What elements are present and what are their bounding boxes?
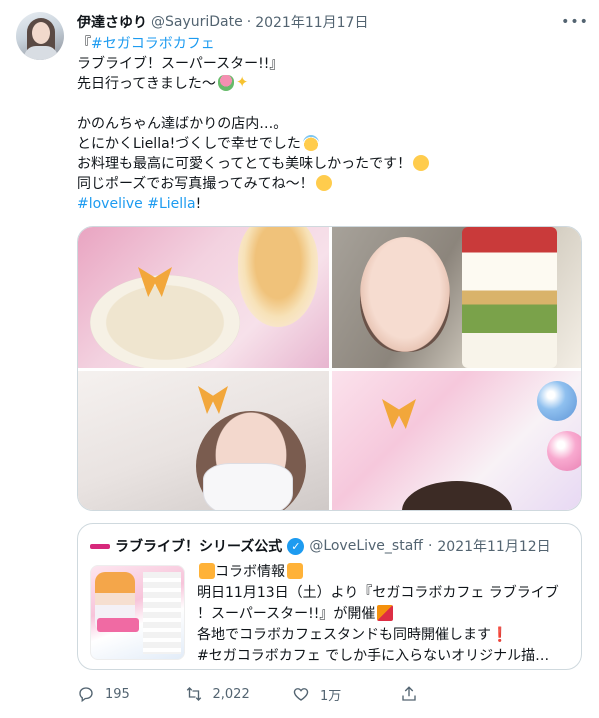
face-mask	[203, 463, 293, 510]
orange-ribbon	[382, 399, 416, 429]
verified-badge-icon: ✓	[287, 537, 305, 555]
quoted-line-3-text: ！スーパースター!!』が開催	[197, 606, 376, 622]
dizzy-star-icon	[199, 563, 215, 579]
tweet-date[interactable]: 2021年11月17日	[255, 12, 368, 32]
tweet-actions: 195 2,022 1万	[77, 683, 507, 705]
tweet-line-5: かのんちゃん達ばかりの店内…。	[77, 116, 288, 132]
mural-pose-photo[interactable]	[332, 371, 581, 510]
parfait	[462, 227, 557, 368]
hashtag-sega-collab-cafe[interactable]: #セガコラボカフェ	[91, 36, 215, 52]
share-icon	[401, 686, 416, 701]
tweet-line-3-text: 先日行ってきました〜	[77, 76, 216, 92]
tweet-line-8-text: 同じポーズでお写真撮ってみてね〜！	[77, 176, 314, 192]
author-name[interactable]: 伊達さゆり	[77, 12, 147, 32]
quoted-line-3: ！スーパースター!!』が開催	[197, 604, 575, 625]
tweet-line-6-text: とにかくLiella!づくしで幸せでした	[77, 136, 301, 152]
tweet-line-8: 同じポーズでお写真撮ってみてね〜！	[77, 174, 577, 194]
quoted-author-handle: @LoveLive_staff	[309, 538, 423, 554]
quoted-line-2: 明日11月13日（土）より『セガコラボカフェ ラブライブ	[197, 585, 559, 601]
quoted-author-avatar	[90, 536, 110, 556]
tweet-line-3: 先日行ってきました〜	[77, 72, 577, 94]
author-avatar[interactable]	[16, 12, 64, 60]
food-and-drink-photo[interactable]	[78, 227, 329, 368]
hashtag-suffix: !	[195, 196, 202, 212]
exclamation-icon: ❗	[491, 627, 509, 643]
tweet-text: 『#セガコラボカフェ ラブライブ！スーパースター!!』 先日行ってきました〜 か…	[77, 34, 577, 214]
thumbnail-banner	[97, 618, 139, 632]
orange-ribbon	[198, 386, 228, 414]
quoted-header-separator: ·	[427, 538, 433, 554]
party-popper-icon	[377, 605, 394, 621]
reply-icon	[79, 687, 93, 703]
reply-button[interactable]: 195	[77, 685, 185, 703]
author-handle[interactable]: @SayuriDate	[151, 14, 243, 30]
drink-glass	[238, 227, 318, 327]
parfait-selfie-photo[interactable]	[332, 227, 581, 368]
more-options-icon[interactable]: •••	[561, 12, 588, 32]
person-hair	[402, 481, 512, 510]
tweet-hashtags: #lovelive #Liella!	[77, 194, 577, 214]
quoted-tweet-header: ラブライブ！シリーズ公式 ✓ @LoveLive_staff · 2021年11…	[90, 536, 551, 556]
like-button[interactable]: 1万	[292, 685, 400, 704]
soup-bowl	[90, 275, 240, 368]
blue-balloon	[537, 381, 577, 421]
quoted-author-name: ラブライブ！シリーズ公式	[115, 539, 283, 555]
quoted-line-4-text: 各地でコラボカフェスタンドも同時開催します	[197, 627, 491, 643]
tulip-icon	[217, 75, 234, 91]
heart-icon	[293, 688, 309, 701]
quoted-line-4: 各地でコラボカフェスタンドも同時開催します❗	[197, 625, 575, 646]
dizzy-star-icon	[287, 563, 303, 579]
quoted-tweet[interactable]: ラブライブ！シリーズ公式 ✓ @LoveLive_staff · 2021年11…	[77, 523, 582, 670]
like-count: 1万	[320, 688, 342, 704]
media-grid	[77, 226, 582, 511]
tweet-line-7-text: お料理も最高に可愛くってとても美味しかったです！	[77, 156, 412, 172]
quoted-tweet-date: 2021年11月12日	[437, 539, 551, 555]
tweet-header: 伊達さゆり @SayuriDate · 2021年11月17日	[77, 12, 368, 32]
hashtag-liella[interactable]: #Liella	[147, 196, 195, 212]
relieved-face-icon	[413, 155, 430, 171]
winking-face-icon	[315, 175, 332, 191]
share-button[interactable]	[400, 685, 508, 703]
header-separator: ·	[246, 14, 252, 30]
selfie-face	[360, 237, 450, 352]
halo-face-icon	[302, 135, 319, 151]
hashtag-lovelive[interactable]: #lovelive	[77, 196, 143, 212]
quoted-tweet-thumbnail	[90, 565, 185, 660]
tweet-line-6: とにかくLiella!づくしで幸せでした	[77, 134, 577, 154]
reply-count: 195	[105, 686, 130, 702]
avatar-face	[32, 22, 50, 44]
quoted-line-5: #セガコラボカフェ でしか手に入らないオリジナル描…	[197, 648, 550, 664]
tweet-line-7: お料理も最高に可愛くってとても美味しかったです！	[77, 154, 577, 174]
quoted-line-1: コラボ情報	[197, 562, 575, 583]
masked-pose-photo[interactable]	[78, 371, 329, 510]
tweet-line-2: ラブライブ！スーパースター!!』	[77, 56, 284, 72]
pink-balloon	[547, 431, 581, 471]
retweet-count: 2,022	[212, 686, 250, 702]
retweet-button[interactable]: 2,022	[185, 685, 293, 703]
bracket-open: 『	[77, 36, 91, 52]
tweet[interactable]: 伊達さゆり @SayuriDate · 2021年11月17日 ••• 『#セガ…	[0, 0, 599, 718]
quoted-tweet-text: コラボ情報 明日11月13日（土）より『セガコラボカフェ ラブライブ ！スーパー…	[197, 562, 575, 667]
avatar-body	[24, 46, 58, 60]
quoted-line-1-text: コラボ情報	[215, 564, 285, 580]
retweet-icon	[186, 687, 201, 701]
sparkles-icon	[236, 72, 252, 92]
thumbnail-menu	[143, 572, 181, 654]
tweet-line-1: 『#セガコラボカフェ	[77, 34, 577, 54]
